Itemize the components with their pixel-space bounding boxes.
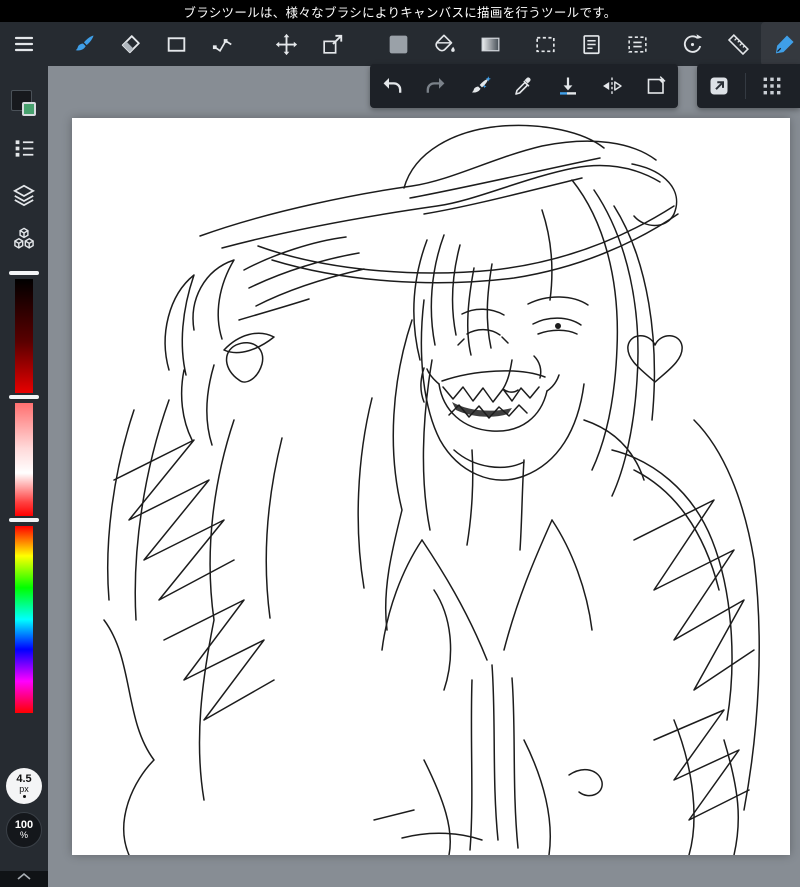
quick-toolbar (370, 64, 678, 108)
redo-icon (426, 78, 445, 93)
fill-bucket-tool-button[interactable] (421, 22, 467, 66)
brush-size-unit: px (19, 784, 29, 795)
layers-icon (13, 184, 35, 207)
ruler-icon (727, 33, 749, 55)
rotate-canvas-button[interactable] (669, 22, 715, 66)
canvas-sketch (103, 124, 760, 855)
tint-slider-handle[interactable] (9, 395, 39, 399)
undo-button[interactable] (370, 64, 414, 108)
brush-size-indicator[interactable]: 4.5 px (6, 768, 42, 804)
flip-horizontal-button[interactable] (590, 64, 634, 108)
eraser-tool-button[interactable] (107, 22, 153, 66)
transform-tool-button[interactable] (309, 22, 355, 66)
zoom-indicator[interactable]: 100 % (6, 812, 42, 848)
pen-icon (775, 34, 794, 53)
drag-handle-icon (763, 77, 781, 95)
left-sidebar: 4.5 px 100 % (0, 66, 48, 887)
notification-bar: ブラシツールは、様々なブラシによりキャンバスに描画を行うツールです。 (0, 0, 800, 22)
rotate-icon (683, 33, 702, 53)
shade-slider[interactable] (15, 279, 33, 393)
color-swatch-button[interactable] (375, 22, 421, 66)
layer-document-button[interactable] (568, 22, 614, 66)
menu-button[interactable] (0, 22, 48, 66)
select-options-icon (627, 35, 647, 53)
brush-effects-icon (471, 75, 491, 93)
notification-text: ブラシツールは、様々なブラシによりキャンバスに描画を行うツールです。 (183, 5, 617, 20)
color-chip[interactable] (11, 90, 39, 118)
move-icon (275, 33, 297, 55)
sidebar-bottom-bar[interactable] (0, 871, 48, 887)
gradient-icon (481, 37, 499, 51)
tint-slider[interactable] (15, 403, 33, 516)
clear-layer-button[interactable] (634, 64, 678, 108)
move-tool-button[interactable] (263, 22, 309, 66)
hamburger-icon (14, 36, 34, 52)
brush-list-icon (15, 140, 33, 157)
zoom-unit: % (19, 830, 28, 841)
paint-bucket-icon (434, 34, 455, 52)
save-icon (560, 77, 576, 95)
transform-icon (322, 34, 342, 54)
marquee-select-tool-button[interactable] (522, 22, 568, 66)
toolbar-divider (745, 73, 746, 99)
gradient-tool-button[interactable] (467, 22, 513, 66)
redo-button[interactable] (414, 64, 458, 108)
open-in-window-button[interactable] (697, 64, 741, 108)
chevron-up-icon (17, 872, 31, 880)
hue-slider[interactable] (15, 526, 33, 713)
brush-size-preview-dot (22, 795, 26, 799)
polyline-tool-button[interactable] (199, 22, 245, 66)
flip-horizontal-icon (603, 77, 622, 95)
canvas[interactable] (72, 118, 790, 855)
quick-toolbar-extra (697, 64, 800, 108)
polyline-icon (212, 38, 232, 52)
pen-tool-button[interactable] (761, 22, 800, 66)
brush-list-button[interactable] (0, 136, 48, 161)
secondary-color-swatch[interactable] (22, 102, 36, 116)
open-in-window-icon (710, 77, 728, 95)
toolbar-drag-handle[interactable] (750, 64, 794, 108)
hue-slider-handle[interactable] (9, 518, 39, 522)
clear-layer-icon (647, 76, 666, 94)
select-options-button[interactable] (614, 22, 660, 66)
undo-icon (383, 78, 402, 93)
document-icon (582, 34, 600, 54)
main-toolbar (0, 22, 800, 66)
gray-swatch-icon (389, 35, 407, 53)
marquee-select-icon (535, 36, 555, 52)
eraser-icon (121, 34, 140, 53)
eyedropper-icon (515, 77, 531, 95)
rectangle-tool-button[interactable] (153, 22, 199, 66)
ruler-tool-button[interactable] (715, 22, 761, 66)
save-button[interactable] (546, 64, 590, 108)
brush-tool-button[interactable] (61, 22, 107, 66)
eyedropper-button[interactable] (502, 64, 546, 108)
shade-slider-handle[interactable] (9, 271, 39, 275)
brush-effects-button[interactable] (458, 64, 502, 108)
materials-cubes-icon (14, 227, 34, 249)
materials-button[interactable] (0, 226, 48, 252)
rectangle-icon (167, 36, 185, 52)
layers-button[interactable] (0, 182, 48, 208)
brush-icon (75, 35, 93, 50)
